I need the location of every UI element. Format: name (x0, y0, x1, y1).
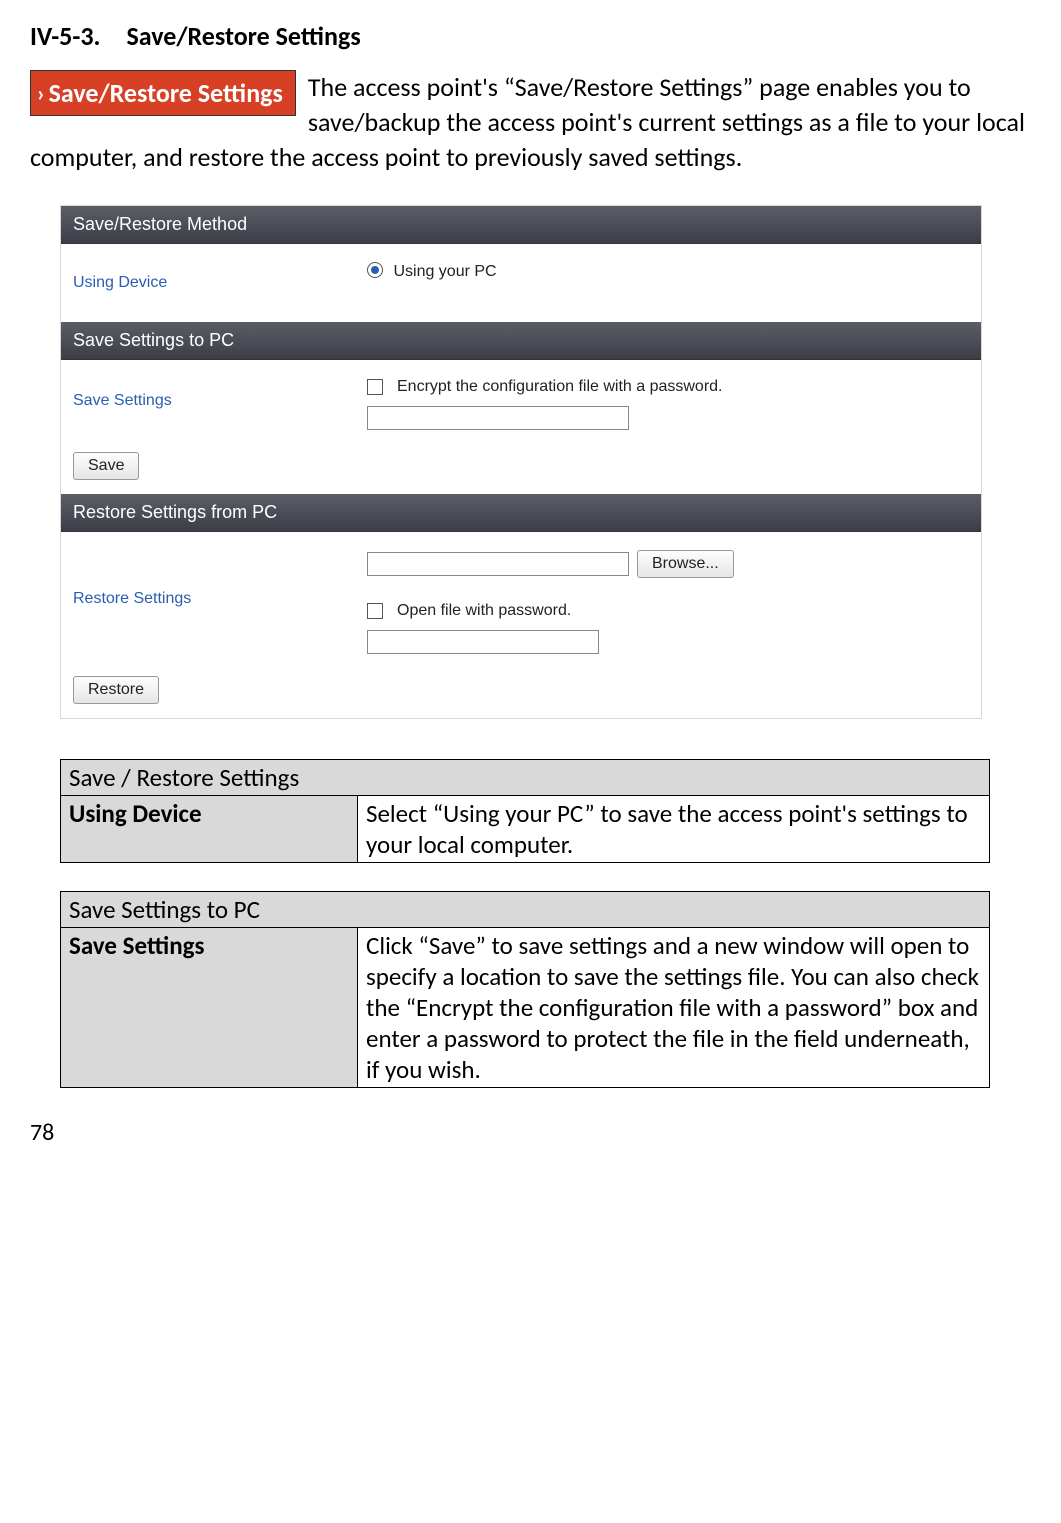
table2-title: Save Settings to PC (61, 892, 990, 928)
browse-button[interactable]: Browse... (637, 550, 734, 578)
checkbox-encrypt[interactable] (367, 379, 383, 395)
panel-header-save: Save Settings to PC (61, 322, 981, 360)
restore-left-label: Restore Settings (61, 532, 355, 666)
table-save-restore-settings: Save / Restore Settings Using Device Sel… (60, 759, 990, 863)
table1-row-desc: Select “Using your PC” to save the acces… (358, 796, 990, 863)
encrypt-password-input[interactable] (367, 406, 629, 430)
radio-using-pc-label: Using your PC (393, 263, 496, 280)
panel-header-restore: Restore Settings from PC (61, 494, 981, 532)
table-save-settings-pc: Save Settings to PC Save Settings Click … (60, 891, 990, 1088)
nav-badge-label: Save/Restore Settings (49, 77, 283, 109)
method-left-label: Using Device (61, 244, 355, 322)
table1-title: Save / Restore Settings (61, 760, 990, 796)
table1-row-label: Using Device (61, 796, 358, 863)
page-number: 78 (30, 1118, 1031, 1147)
checkbox-encrypt-label: Encrypt the configuration file with a pa… (397, 378, 723, 396)
save-left-label: Save Settings (61, 360, 355, 442)
checkbox-open-password[interactable] (367, 603, 383, 619)
table2-row-desc: Click “Save” to save settings and a new … (358, 928, 990, 1088)
restore-button[interactable]: Restore (73, 676, 159, 704)
checkbox-open-password-label: Open file with password. (397, 602, 571, 620)
panel-header-method: Save/Restore Method (61, 206, 981, 244)
section-heading: IV-5-3. Save/Restore Settings (30, 20, 1031, 52)
restore-file-input[interactable] (367, 552, 629, 576)
open-password-input[interactable] (367, 630, 599, 654)
radio-using-pc[interactable] (367, 262, 383, 278)
table2-row-label: Save Settings (61, 928, 358, 1088)
save-button[interactable]: Save (73, 452, 139, 480)
nav-badge-save-restore: ›Save/Restore Settings (30, 70, 296, 116)
chevron-right-icon: › (37, 80, 45, 107)
settings-panel: Save/Restore Method Using Device Using y… (60, 205, 982, 719)
